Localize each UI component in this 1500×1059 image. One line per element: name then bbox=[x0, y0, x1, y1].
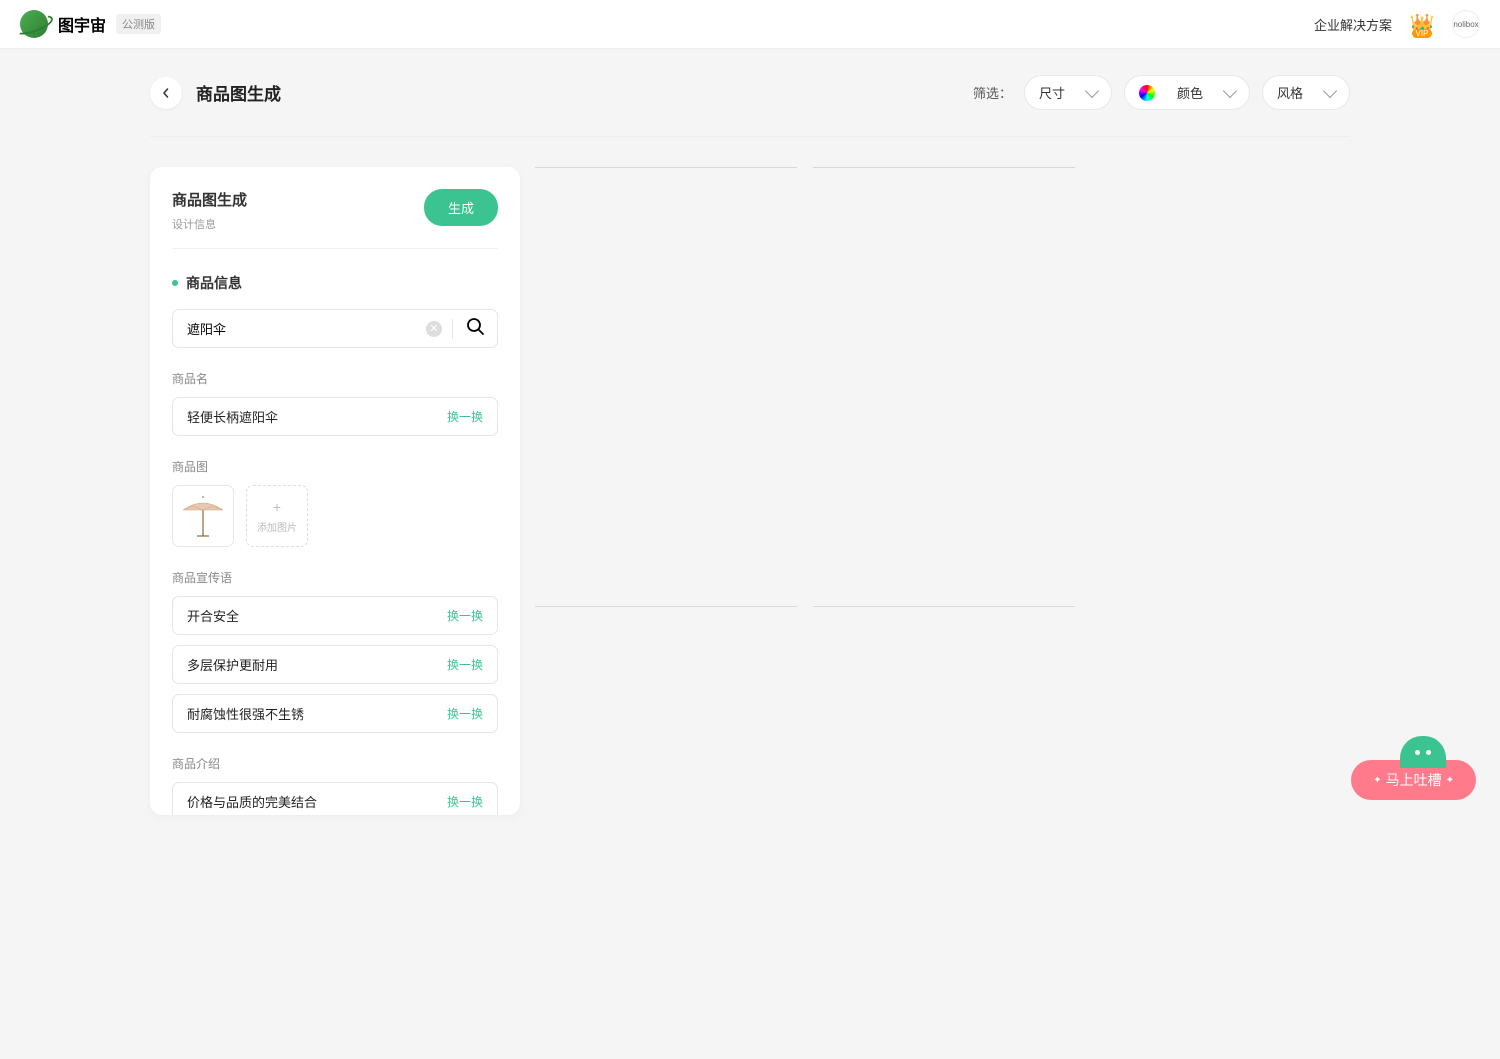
intro-value[interactable]: 价格与品质的完美结合 bbox=[187, 792, 317, 811]
tagline-label: 商品宣传语 bbox=[172, 569, 498, 586]
swap-button[interactable]: 换一换 bbox=[447, 607, 483, 624]
search-button[interactable] bbox=[463, 314, 487, 343]
umbrella-icon bbox=[179, 492, 227, 540]
chevron-left-icon bbox=[161, 88, 171, 98]
search-divider bbox=[452, 319, 453, 339]
section-product-info: 商品信息 bbox=[172, 273, 498, 293]
brand-name: 图宇宙 bbox=[58, 12, 106, 36]
enterprise-link[interactable]: 企业解决方案 bbox=[1314, 15, 1392, 34]
intro-label: 商品介绍 bbox=[172, 755, 498, 772]
spark-icon: ✦ bbox=[1373, 775, 1381, 786]
swap-button[interactable]: 换一换 bbox=[447, 793, 483, 810]
product-name-value[interactable]: 轻便长柄遮阳伞 bbox=[187, 407, 278, 426]
header-right: 企业解决方案 👑 VIP nolibox bbox=[1314, 10, 1480, 38]
vip-badge[interactable]: 👑 VIP bbox=[1408, 13, 1436, 35]
filter-color-label: 颜色 bbox=[1177, 83, 1203, 102]
filter-label: 筛选： bbox=[973, 83, 1012, 102]
clear-icon[interactable]: ✕ bbox=[426, 321, 442, 337]
product-image-thumb[interactable] bbox=[172, 485, 234, 547]
swap-button[interactable]: 换一换 bbox=[447, 408, 483, 425]
image-row: + 添加图片 bbox=[172, 485, 498, 547]
panel-header: 商品图生成 设计信息 生成 bbox=[172, 189, 498, 249]
swap-button[interactable]: 换一换 bbox=[447, 656, 483, 673]
result-placeholder bbox=[813, 606, 1075, 1029]
dot-icon bbox=[172, 280, 178, 286]
tagline-row-1: 多层保护更耐用 换一换 bbox=[172, 645, 498, 684]
feedback-float: ✦ 马上吐槽 ✦ bbox=[1351, 760, 1476, 800]
product-image-label: 商品图 bbox=[172, 458, 498, 475]
product-name-label: 商品名 bbox=[172, 370, 498, 387]
panel-title: 商品图生成 bbox=[172, 189, 247, 210]
tagline-value-0[interactable]: 开合安全 bbox=[187, 606, 239, 625]
config-panel: 商品图生成 设计信息 生成 商品信息 ✕ 商品名 轻便长柄遮阳伞 换一换 商品图 bbox=[150, 167, 520, 815]
avatar[interactable]: nolibox bbox=[1452, 10, 1480, 38]
chevron-down-icon bbox=[1085, 84, 1099, 98]
plus-icon: + bbox=[273, 499, 281, 515]
subheader-left: 商品图生成 bbox=[150, 77, 281, 109]
intro-row: 价格与品质的完美结合 换一换 bbox=[172, 782, 498, 815]
beta-badge: 公测版 bbox=[116, 14, 161, 34]
top-header: 图宇宙 公测版 企业解决方案 👑 VIP nolibox bbox=[0, 0, 1500, 49]
feedback-label: 马上吐槽 bbox=[1386, 770, 1442, 790]
result-placeholder bbox=[535, 167, 797, 521]
page-title: 商品图生成 bbox=[196, 80, 281, 105]
search-icon bbox=[465, 316, 485, 336]
header-left: 图宇宙 公测版 bbox=[20, 10, 161, 38]
tagline-row-0: 开合安全 换一换 bbox=[172, 596, 498, 635]
filter-style-select[interactable]: 风格 bbox=[1262, 75, 1350, 110]
panel-subtitle: 设计信息 bbox=[172, 216, 247, 232]
subheader-right: 筛选： 尺寸 颜色 风格 bbox=[973, 75, 1350, 110]
chevron-down-icon bbox=[1223, 84, 1237, 98]
result-placeholder bbox=[813, 167, 1075, 590]
result-grid bbox=[535, 167, 1350, 1029]
spark-icon: ✦ bbox=[1446, 775, 1454, 786]
main: 商品图生成 设计信息 生成 商品信息 ✕ 商品名 轻便长柄遮阳伞 换一换 商品图 bbox=[0, 137, 1500, 1059]
vip-text: VIP bbox=[1412, 29, 1433, 38]
search-input[interactable] bbox=[187, 315, 426, 342]
swap-button[interactable]: 换一换 bbox=[447, 705, 483, 722]
add-image-label: 添加图片 bbox=[257, 519, 297, 534]
filter-size-label: 尺寸 bbox=[1039, 83, 1065, 102]
filter-style-label: 风格 bbox=[1277, 83, 1303, 102]
color-wheel-icon bbox=[1139, 85, 1155, 101]
add-image-button[interactable]: + 添加图片 bbox=[246, 485, 308, 547]
product-name-row: 轻便长柄遮阳伞 换一换 bbox=[172, 397, 498, 436]
tagline-value-1[interactable]: 多层保护更耐用 bbox=[187, 655, 278, 674]
filter-color-select[interactable]: 颜色 bbox=[1124, 75, 1250, 110]
filter-size-select[interactable]: 尺寸 bbox=[1024, 75, 1112, 110]
back-button[interactable] bbox=[150, 77, 182, 109]
result-placeholder bbox=[535, 606, 797, 1029]
tagline-value-2[interactable]: 耐腐蚀性很强不生锈 bbox=[187, 704, 304, 723]
chevron-down-icon bbox=[1323, 84, 1337, 98]
subheader: 商品图生成 筛选： 尺寸 颜色 风格 bbox=[0, 49, 1500, 136]
tagline-row-2: 耐腐蚀性很强不生锈 换一换 bbox=[172, 694, 498, 733]
generate-button[interactable]: 生成 bbox=[424, 189, 498, 226]
search-box: ✕ bbox=[172, 309, 498, 348]
section-product-info-label: 商品信息 bbox=[186, 273, 242, 293]
logo-icon bbox=[20, 10, 48, 38]
